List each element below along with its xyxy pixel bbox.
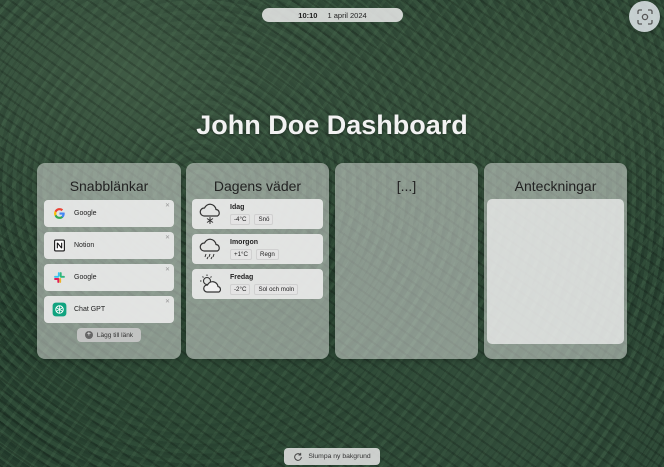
link-label: Chat GPT bbox=[74, 306, 106, 313]
weather-temp: +1°C bbox=[230, 248, 252, 260]
weather-temp: -2°C bbox=[230, 283, 251, 295]
placeholder-panel: [...] bbox=[335, 163, 478, 359]
randomize-background-label: Slumpa ny bakgrund bbox=[308, 453, 371, 460]
add-link-label: Lägg till länk bbox=[96, 331, 134, 339]
chatgpt-icon bbox=[51, 302, 67, 318]
weather-day: Imorgon bbox=[230, 238, 258, 246]
notes-heading: Anteckningar bbox=[514, 178, 597, 194]
clock-date: 1 april 2024 bbox=[327, 10, 367, 20]
remove-link-icon[interactable]: ✕ bbox=[165, 266, 170, 273]
google-icon bbox=[51, 206, 67, 222]
placeholder-heading: [...] bbox=[396, 178, 417, 194]
quick-links-panel: Snabblänkar Google ✕ Notion ✕ Google ✕ C… bbox=[37, 163, 181, 359]
weather-row-today: Idag -4°C Snö bbox=[192, 199, 323, 229]
rain-cloud-icon bbox=[199, 238, 220, 260]
link-label: Google bbox=[74, 274, 97, 281]
plus-icon: + bbox=[84, 331, 93, 339]
weather-day: Idag bbox=[230, 203, 245, 211]
page-title: John Doe Dashboard bbox=[196, 110, 468, 140]
remove-link-icon[interactable]: ✕ bbox=[165, 234, 170, 241]
quick-links-heading: Snabblänkar bbox=[69, 178, 149, 194]
remove-link-icon[interactable]: ✕ bbox=[165, 298, 170, 305]
clock-bar: 10:10 1 april 2024 bbox=[262, 8, 403, 22]
weather-condition: Sol och moln bbox=[254, 283, 299, 295]
weather-condition: Regn bbox=[256, 248, 279, 260]
weather-panel: Dagens väder Idag -4°C Snö Imorgon +1°C … bbox=[186, 163, 329, 359]
weather-heading: Dagens väder bbox=[213, 178, 302, 194]
link-item-slack[interactable]: Google ✕ bbox=[44, 264, 174, 291]
weather-row-friday: Fredag -2°C Sol och moln bbox=[192, 269, 323, 299]
notion-icon bbox=[51, 238, 67, 254]
notes-panel: Anteckningar bbox=[484, 163, 627, 359]
refresh-icon bbox=[294, 452, 303, 461]
remove-link-icon[interactable]: ✕ bbox=[165, 202, 170, 209]
weather-day: Fredag bbox=[230, 273, 254, 281]
add-link-button[interactable]: + Lägg till länk bbox=[77, 328, 141, 342]
link-item-google[interactable]: Google ✕ bbox=[44, 200, 174, 227]
weather-temp: -4°C bbox=[230, 213, 251, 225]
randomize-background-button[interactable]: Slumpa ny bakgrund bbox=[284, 448, 380, 465]
link-item-chatgpt[interactable]: Chat GPT ✕ bbox=[44, 296, 174, 323]
snow-cloud-icon bbox=[199, 203, 220, 224]
link-label: Notion bbox=[74, 242, 95, 249]
link-label: Google bbox=[74, 210, 97, 217]
partly-cloudy-icon bbox=[200, 274, 222, 293]
link-item-notion[interactable]: Notion ✕ bbox=[44, 232, 174, 259]
clock-time: 10:10 bbox=[298, 10, 318, 20]
screenshot-button[interactable] bbox=[629, 1, 660, 32]
weather-condition: Snö bbox=[254, 213, 274, 225]
weather-row-tomorrow: Imorgon +1°C Regn bbox=[192, 234, 323, 264]
slack-icon bbox=[51, 270, 67, 286]
notes-textarea[interactable] bbox=[487, 199, 624, 344]
screenshot-icon bbox=[636, 8, 653, 25]
